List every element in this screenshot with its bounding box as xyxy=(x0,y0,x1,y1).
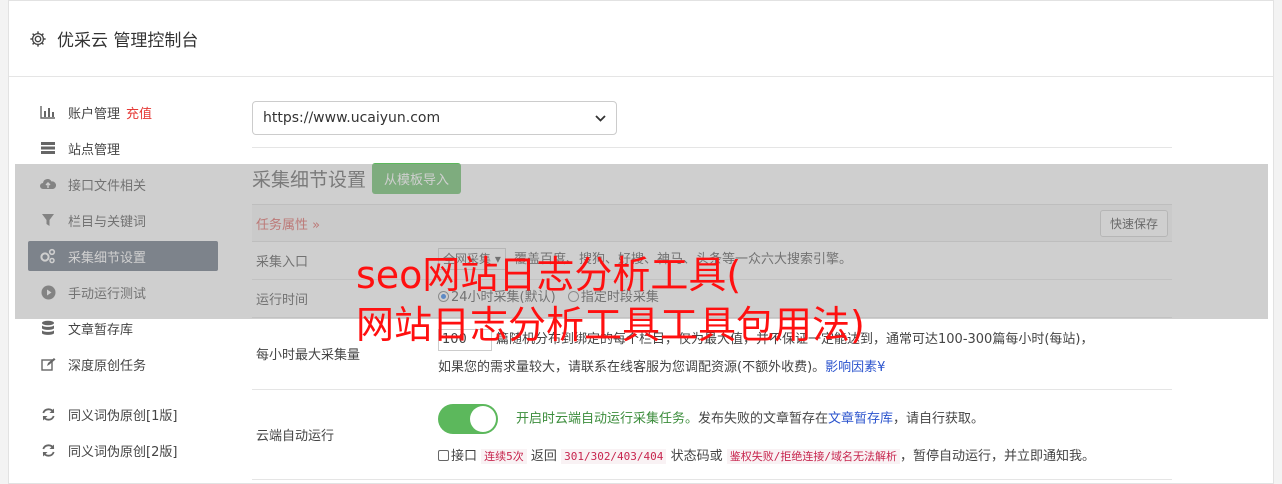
edit-icon xyxy=(39,355,57,373)
cloud-row: 云端自动运行 开启时云端自动运行采集任务。发布失败的文章暂存在文章暂存库，请自行… xyxy=(252,390,1172,480)
max-description-2: 如果您的需求量较大，请联系在线客服为您调配资源(不额外收费)。 xyxy=(438,360,826,375)
api-text-3: ，暂停自动运行，并立即通知我。 xyxy=(899,449,1095,464)
sidebar-item-deep-original[interactable]: 深度原创任务 xyxy=(28,349,218,379)
code-consecutive: 连续5次 xyxy=(481,449,527,464)
sidebar-item-label: 同义词伪原创[1版] xyxy=(68,408,178,424)
sidebar-item-label: 账户管理 xyxy=(68,106,121,122)
divider xyxy=(252,147,1172,148)
sidebar-item-account[interactable]: 账户管理 充值 xyxy=(28,97,218,127)
cloud-desc-b: 发布失败的文章暂存在 xyxy=(698,411,829,427)
site-select[interactable]: https://www.ucaiyun.com xyxy=(252,101,617,135)
database-icon xyxy=(39,319,57,337)
api-notify-checkbox[interactable] xyxy=(438,450,449,461)
recharge-link[interactable]: 充值 xyxy=(126,103,152,122)
cloud-desc-c: ，请自行获取。 xyxy=(893,411,985,427)
influence-factors-label: 影响因素 xyxy=(825,360,878,375)
sidebar-item-sites[interactable]: 站点管理 xyxy=(28,133,218,163)
sidebar-item-synonym-v2[interactable]: 同义词伪原创[2版] xyxy=(28,435,218,465)
page-title: 优采云 管理控制台 xyxy=(57,31,199,51)
sidebar-item-label: 同义词伪原创[2版] xyxy=(68,444,178,460)
cloud-area: 开启时云端自动运行采集任务。发布失败的文章暂存在文章暂存库，请自行获取。 接口 … xyxy=(438,390,1172,479)
cloud-auto-run-toggle[interactable] xyxy=(438,404,498,434)
cloud-label: 云端自动运行 xyxy=(256,429,335,444)
sidebar-item-label: 深度原创任务 xyxy=(68,358,147,374)
site-select-value: https://www.ucaiyun.com xyxy=(263,110,441,126)
sidebar-item-synonym-v1[interactable]: 同义词伪原创[1版] xyxy=(28,399,218,429)
api-label: 接口 xyxy=(451,449,478,464)
gear-icon xyxy=(30,30,46,47)
article-storage-link[interactable]: 文章暂存库 xyxy=(828,412,893,427)
api-text-2: 状态码或 xyxy=(670,449,723,464)
article-headline: seo网站日志分析工具( 网站日志分析工具工具包用法) xyxy=(356,250,976,350)
refresh-icon xyxy=(39,441,57,459)
code-errors: 鉴权失败/拒绝连接/域名无法解析 xyxy=(726,449,900,464)
cloud-desc-a: 开启时云端自动运行采集任务。 xyxy=(516,411,699,427)
refresh-icon xyxy=(39,405,57,423)
sidebar-item-label: 站点管理 xyxy=(68,142,121,158)
headline-line-2: 网站日志分析工具工具包用法) xyxy=(356,303,865,347)
headline-line-1: seo网站日志分析工具( xyxy=(356,253,742,297)
bar-chart-icon xyxy=(39,103,57,121)
api-notice-line: 接口 连续5次 返回 301/302/403/404 状态码或 鉴权失败/拒绝连… xyxy=(438,444,1172,470)
server-icon xyxy=(39,139,57,157)
page-header: 优采云 管理控制台 xyxy=(9,1,1273,77)
sidebar-item-label: 文章暂存库 xyxy=(68,322,134,338)
code-status: 301/302/403/404 xyxy=(561,449,667,464)
influence-factors-link[interactable]: 影响因素¥ xyxy=(825,360,885,375)
chevron-down-icon xyxy=(595,114,606,122)
api-text-1: 返回 xyxy=(530,449,557,464)
